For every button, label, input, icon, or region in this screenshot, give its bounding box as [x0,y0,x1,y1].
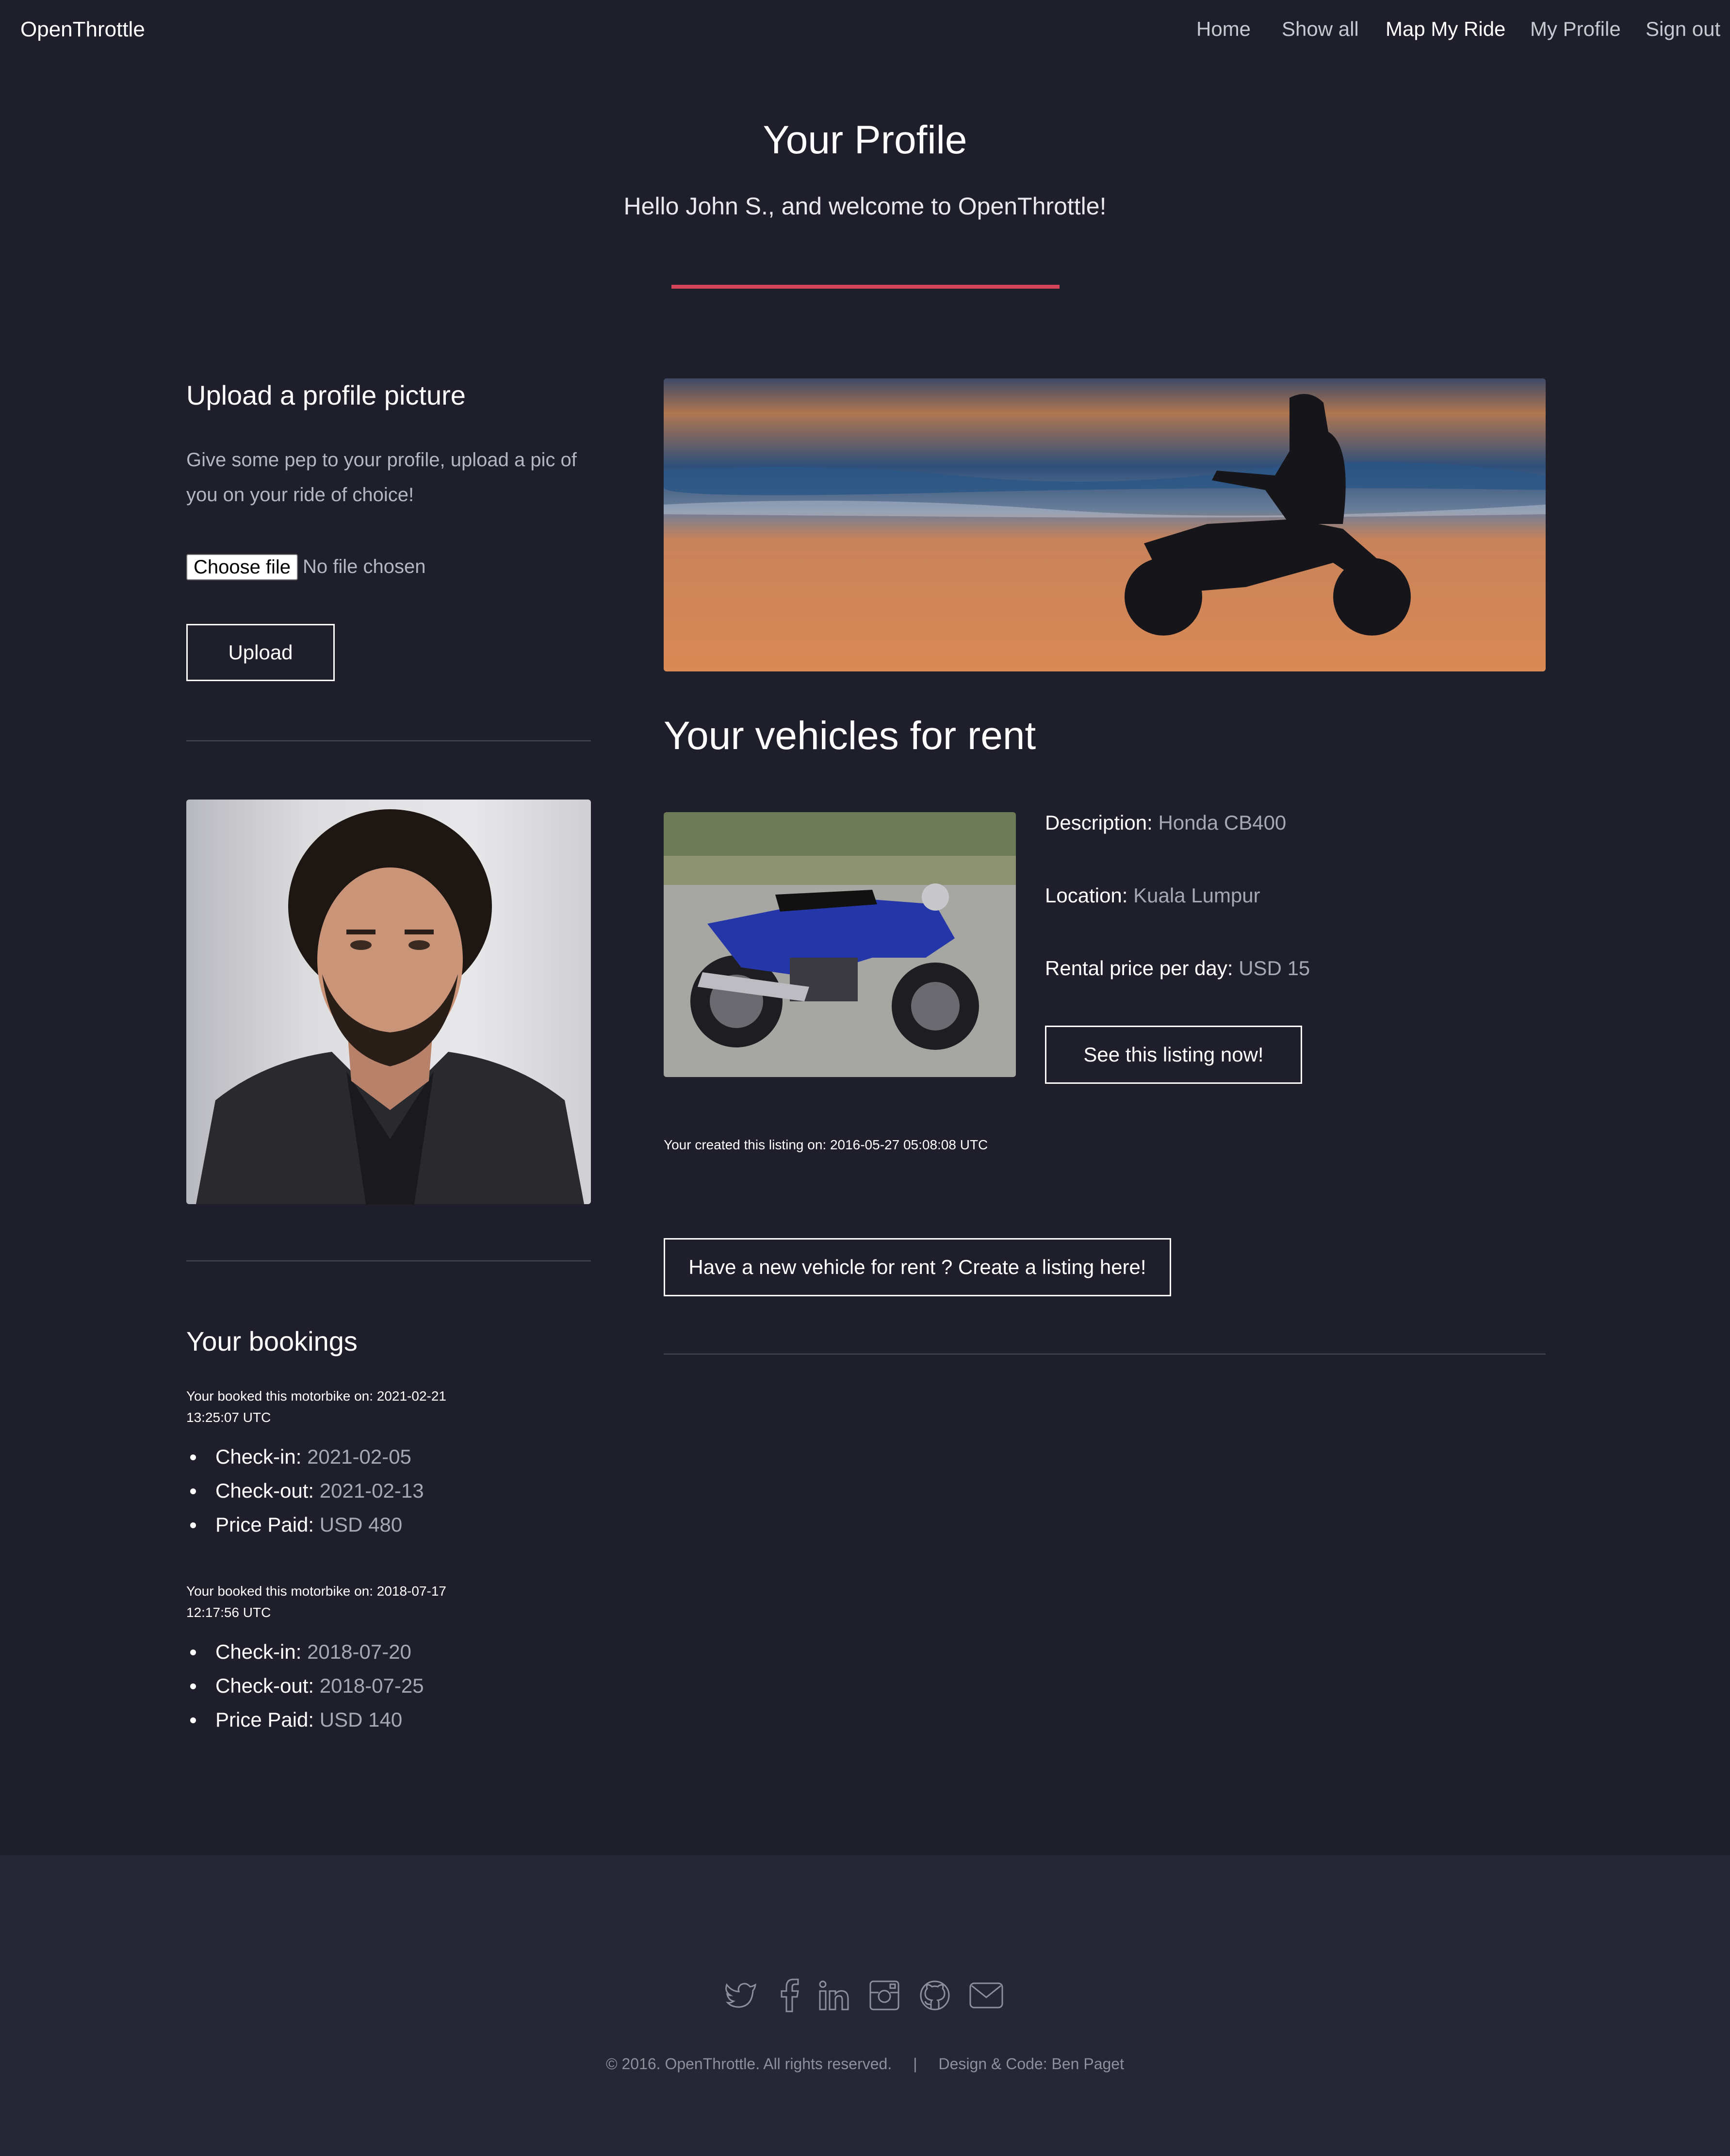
instagram-icon[interactable] [866,1977,902,2013]
list-item: Price Paid: USD 140 [186,1703,424,1737]
motorbike-photo [664,812,1016,1077]
avatar [186,800,591,1204]
vehicle-location: Location: Kuala Lumpur [1045,884,1260,907]
divider [186,740,591,741]
upload-description: Give some pep to your profile, upload a … [186,449,577,506]
footer-separator: | [913,2055,917,2073]
nav-home[interactable]: Home [1196,17,1251,41]
list-item: Check-out: 2021-02-13 [186,1474,424,1508]
copyright-text: © 2016. OpenThrottle. All rights reserve… [606,2055,892,2073]
footer-credit: Design & Code: Ben Paget [938,2055,1124,2073]
divider [664,1354,1546,1355]
brand-logo[interactable]: OpenThrottle [20,17,145,42]
nav-show-all[interactable]: Show all [1282,17,1359,41]
list-item: Check-in: 2018-07-20 [186,1635,424,1669]
twitter-icon[interactable] [723,1977,759,2013]
footer-copyright: © 2016. OpenThrottle. All rights reserve… [0,2055,1730,2073]
mail-icon[interactable] [968,1977,1004,2013]
profile-photo [186,800,591,1204]
title-underline [671,285,1060,289]
page-title: Your Profile [763,118,967,162]
file-status: No file chosen [303,556,426,577]
sunset-rider-photo [664,378,1546,671]
see-listing-button[interactable]: See this listing now! [1045,1026,1302,1084]
bookings-heading: Your bookings [186,1326,358,1356]
divider [186,1260,591,1261]
choose-file-button[interactable]: Choose file [186,554,298,580]
vehicle-description: Description: Honda CB400 [1045,811,1287,834]
nav-sign-out[interactable]: Sign out [1646,17,1720,41]
nav-map-my-ride[interactable]: Map My Ride [1386,17,1505,41]
github-icon[interactable] [917,1977,953,2013]
welcome-message: Hello John S., and welcome to OpenThrott… [623,193,1107,220]
hero-image [664,378,1546,671]
booking-date: Your booked this motorbike on: 2021-02-2… [186,1388,446,1425]
linkedin-icon[interactable] [816,1977,852,2013]
list-item: Price Paid: USD 480 [186,1508,424,1542]
upload-heading: Upload a profile picture [186,380,466,410]
booking-details: Check-in: 2021-02-05 Check-out: 2021-02-… [186,1440,424,1542]
booking-date: Your booked this motorbike on: 2018-07-1… [186,1584,446,1620]
upload-button[interactable]: Upload [186,624,335,681]
vehicle-image [664,812,1016,1077]
listing-created-date: Your created this listing on: 2016-05-27… [664,1137,988,1152]
vehicle-price: Rental price per day: USD 15 [1045,957,1310,980]
footer [0,1855,1730,2156]
facebook-icon[interactable] [771,1977,807,2013]
create-listing-button[interactable]: Have a new vehicle for rent ? Create a l… [664,1238,1171,1296]
nav-my-profile[interactable]: My Profile [1530,17,1621,41]
vehicles-heading: Your vehicles for rent [664,714,1036,758]
list-item: Check-out: 2018-07-25 [186,1669,424,1703]
list-item: Check-in: 2021-02-05 [186,1440,424,1474]
booking-details: Check-in: 2018-07-20 Check-out: 2018-07-… [186,1635,424,1737]
